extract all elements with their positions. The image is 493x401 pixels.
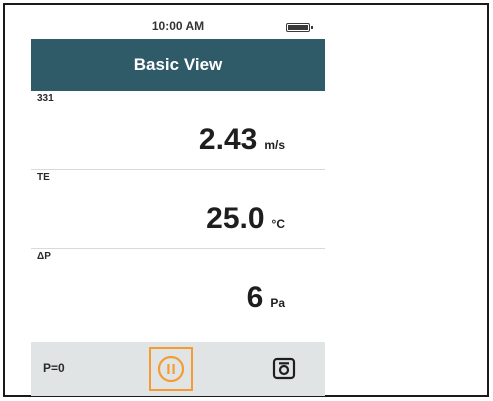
reading-velocity: 331 2.43 m/s: [31, 92, 325, 169]
reading-value-group: 25.0 °C: [206, 202, 285, 236]
camera-icon: [272, 357, 296, 380]
pause-button[interactable]: [149, 347, 193, 391]
reading-unit: °C: [271, 217, 285, 231]
reading-value: 6: [246, 281, 264, 314]
page-title: Basic View: [31, 39, 325, 91]
pressure-zero-label: P=0: [43, 361, 65, 375]
reading-unit: Pa: [270, 296, 285, 310]
reading-pressure: ΔP 6 Pa: [31, 250, 325, 327]
reading-value-group: 6 Pa: [247, 281, 285, 315]
battery-full-icon: [286, 23, 313, 32]
reading-value: 2.43: [198, 123, 258, 156]
reading-label: ΔP: [37, 251, 51, 262]
reading-label: 331: [37, 93, 54, 104]
reading-value-group: 2.43 m/s: [199, 123, 285, 157]
camera-button[interactable]: [268, 352, 300, 384]
divider: [31, 169, 325, 170]
device-frame: 10:00 AM Basic View 331 2.43 m/s TE 25.0…: [3, 3, 489, 397]
reading-value: 25.0: [206, 202, 265, 235]
reading-unit: m/s: [264, 138, 285, 152]
clock: 10:00 AM: [151, 19, 205, 33]
device-screen: 10:00 AM Basic View 331 2.43 m/s TE 25.0…: [31, 15, 325, 396]
bottom-toolbar: P=0: [31, 342, 325, 396]
divider: [31, 248, 325, 249]
battery-tip: [311, 26, 313, 29]
status-bar: 10:00 AM: [31, 15, 325, 39]
reading-label: TE: [37, 172, 50, 183]
reading-temperature: TE 25.0 °C: [31, 171, 325, 248]
battery-level: [288, 25, 308, 30]
pause-circle-icon: [157, 355, 185, 383]
